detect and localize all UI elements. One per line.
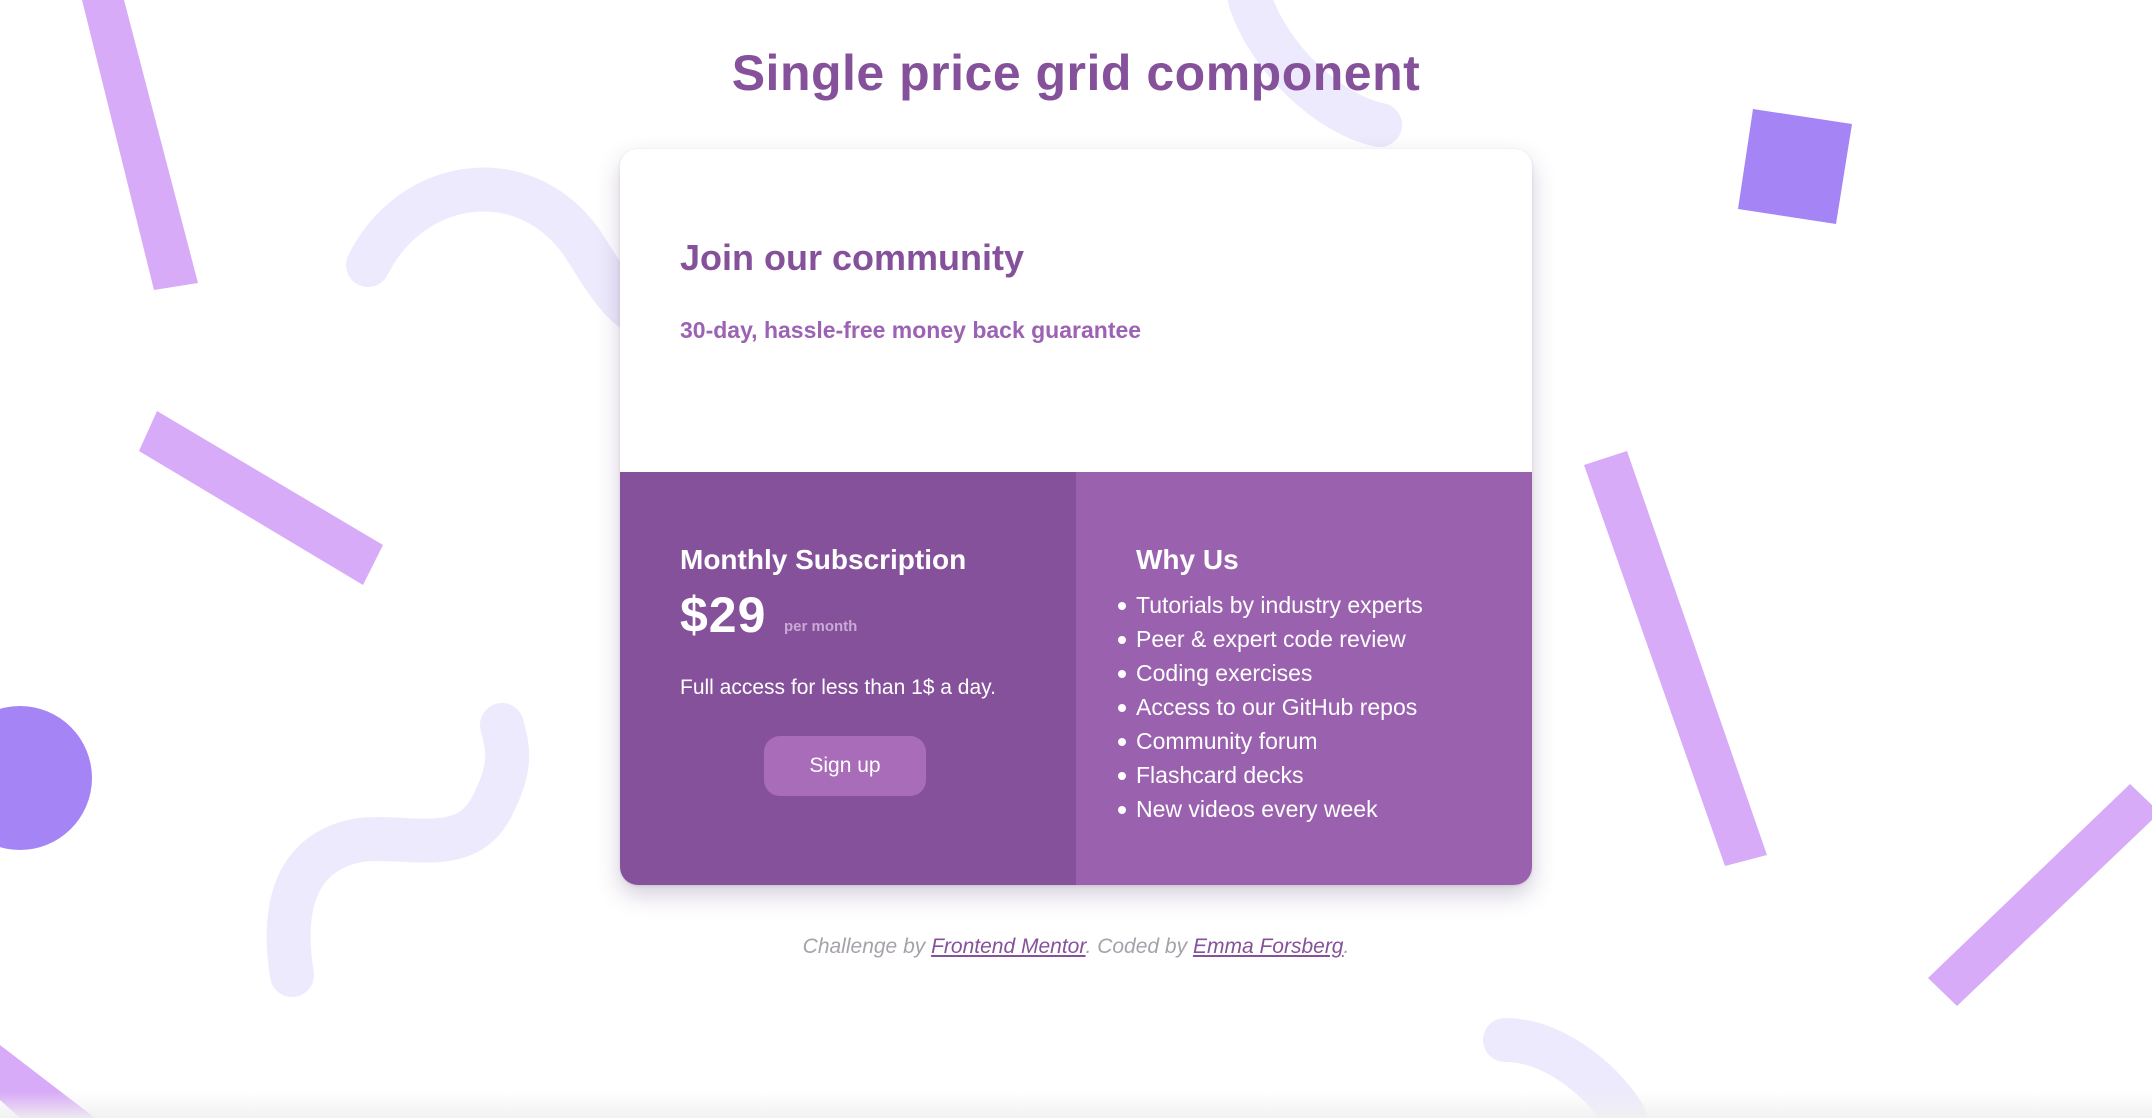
- subscription-section: Monthly Subscription $29 per month Full …: [620, 472, 1076, 885]
- why-us-item: Coding exercises: [1118, 656, 1423, 690]
- page-title: Single price grid component: [731, 45, 1421, 101]
- why-us-section: Why Us Tutorials by industry experts Pee…: [1076, 472, 1532, 885]
- guarantee-text: 30-day, hassle-free money back guarantee: [680, 317, 1142, 343]
- attribution-prefix: Challenge by: [802, 935, 932, 958]
- sign-up-button[interactable]: Sign up: [764, 736, 926, 796]
- pricing-card: Join our community 30-day, hassle-free m…: [620, 149, 1532, 885]
- bullet-icon: [1118, 636, 1126, 644]
- why-us-item-text: Coding exercises: [1136, 660, 1313, 686]
- card-header-section: Join our community 30-day, hassle-free m…: [620, 149, 1532, 472]
- bullet-icon: [1118, 670, 1126, 678]
- price-period: per month: [784, 618, 858, 635]
- why-us-title: Why Us: [1136, 544, 1239, 575]
- why-us-item: Flashcard decks: [1118, 758, 1423, 792]
- card-heading: Join our community: [680, 237, 1025, 278]
- frontend-mentor-link[interactable]: Frontend Mentor: [931, 935, 1085, 958]
- confetti-bar-bottom-right: [1928, 784, 2152, 1006]
- attribution-suffix: .: [1343, 935, 1350, 958]
- why-us-item: Community forum: [1118, 724, 1423, 758]
- bullet-icon: [1118, 772, 1126, 780]
- why-us-item: New videos every week: [1118, 792, 1423, 826]
- bottom-fade: [0, 1092, 2152, 1118]
- why-us-item: Tutorials by industry experts: [1118, 588, 1423, 622]
- squiggle-left: [346, 167, 662, 337]
- why-us-list: Tutorials by industry experts Peer & exp…: [1118, 588, 1423, 826]
- why-us-item-text: Flashcard decks: [1136, 762, 1304, 788]
- why-us-item-text: Peer & expert code review: [1136, 626, 1406, 652]
- confetti-bar-right: [1584, 451, 1767, 866]
- subscription-description: Full access for less than 1$ a day.: [680, 676, 996, 699]
- bullet-icon: [1118, 738, 1126, 746]
- bullet-icon: [1118, 704, 1126, 712]
- attribution-middle: . Coded by: [1085, 935, 1193, 958]
- confetti-circle: [0, 706, 92, 850]
- confetti-bar-mid-left: [139, 411, 383, 585]
- why-us-item: Access to our GitHub repos: [1118, 690, 1423, 724]
- confetti-square: [1738, 109, 1852, 224]
- bullet-icon: [1118, 602, 1126, 610]
- why-us-item-text: New videos every week: [1136, 796, 1378, 822]
- page: Single price grid component Join our com…: [0, 0, 2152, 1118]
- why-us-item-text: Access to our GitHub repos: [1136, 694, 1418, 720]
- subscription-title: Monthly Subscription: [680, 544, 967, 575]
- price: $29: [680, 587, 767, 643]
- attribution: Challenge by Frontend Mentor. Coded by E…: [0, 935, 2152, 959]
- bullet-icon: [1118, 806, 1126, 814]
- author-link[interactable]: Emma Forsberg: [1193, 935, 1344, 958]
- why-us-item-text: Tutorials by industry experts: [1136, 592, 1423, 618]
- why-us-item-text: Community forum: [1136, 728, 1318, 754]
- why-us-item: Peer & expert code review: [1118, 622, 1423, 656]
